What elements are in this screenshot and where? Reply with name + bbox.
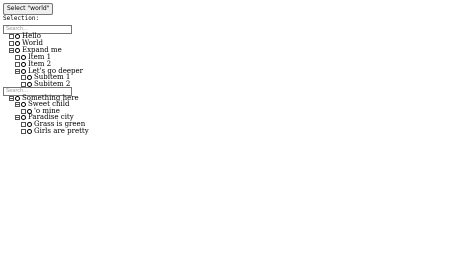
expand-toggle-icon[interactable] — [21, 129, 26, 134]
radio-icon[interactable] — [15, 34, 20, 39]
expand-toggle-icon[interactable] — [15, 62, 20, 67]
radio-icon[interactable] — [27, 129, 32, 134]
select-world-button[interactable]: Select "world" — [3, 3, 54, 15]
radio-icon[interactable] — [15, 41, 20, 46]
collapse-toggle-icon[interactable] — [15, 69, 20, 74]
radio-icon[interactable] — [21, 102, 26, 107]
tree-node-girls-are-pretty[interactable]: Girls are pretty — [21, 128, 89, 135]
collapse-toggle-icon[interactable] — [9, 96, 14, 101]
radio-icon[interactable] — [27, 75, 32, 80]
expand-toggle-icon[interactable] — [21, 75, 26, 80]
selection-label: Selection: — [3, 15, 40, 22]
radio-icon[interactable] — [21, 55, 26, 60]
radio-icon[interactable] — [27, 122, 32, 127]
expand-toggle-icon[interactable] — [21, 122, 26, 127]
collapse-toggle-icon[interactable] — [15, 102, 20, 107]
expand-toggle-icon[interactable] — [15, 55, 20, 60]
collapse-toggle-icon[interactable] — [15, 115, 20, 120]
expand-toggle-icon[interactable] — [9, 34, 14, 39]
tree-node-label: Girls are pretty — [34, 127, 89, 135]
radio-icon[interactable] — [21, 62, 26, 67]
radio-icon[interactable] — [21, 115, 26, 120]
expand-toggle-icon[interactable] — [9, 41, 14, 46]
collapse-toggle-icon[interactable] — [9, 48, 14, 53]
radio-icon[interactable] — [15, 48, 20, 53]
